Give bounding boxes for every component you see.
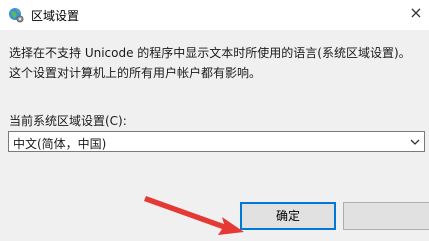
cancel-button[interactable] xyxy=(343,202,429,230)
description-text: 选择在不支持 Unicode 的程序中显示文本时所使用的语言(系统区域设置)。这… xyxy=(9,46,411,80)
ok-button[interactable]: 确定 xyxy=(240,202,336,230)
red-arrow-annotation xyxy=(144,196,244,235)
close-button[interactable]: × xyxy=(403,0,429,30)
current-locale-label: 当前系统区域设置(C): xyxy=(9,114,127,128)
window-title: 区域设置 xyxy=(31,9,80,23)
chevron-down-icon xyxy=(410,139,420,145)
close-icon: × xyxy=(409,3,423,22)
title-bar: 区域设置 × xyxy=(0,0,429,30)
locale-select[interactable]: 中文(简体，中国) xyxy=(8,131,425,152)
globe-settings-icon xyxy=(9,8,24,23)
ok-button-label: 确定 xyxy=(275,209,300,223)
dialog-body: 选择在不支持 Unicode 的程序中显示文本时所使用的语言(系统区域设置)。这… xyxy=(0,30,429,241)
locale-select-value: 中文(简体，中国) xyxy=(13,137,107,151)
